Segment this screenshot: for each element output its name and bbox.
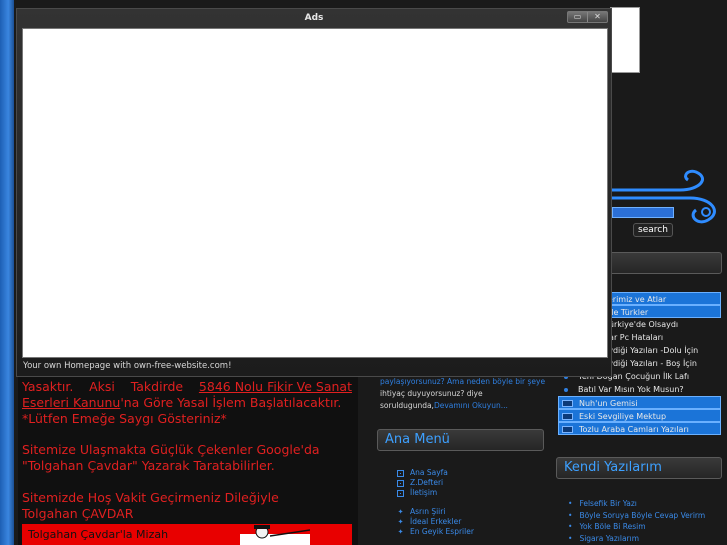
excerpt-line1: paylaşıyorsunuz? Ama neden böyle bir şey… bbox=[380, 377, 546, 386]
notice-word: Takdirde bbox=[130, 379, 184, 394]
kendi-yazilarim-list: Felsefik Bir YazıBöyle Soruya Böyle Ceva… bbox=[568, 498, 723, 544]
menu-item-z-defteri[interactable]: Z.Defteri bbox=[397, 478, 547, 488]
law-link-cont[interactable]: Eserleri Kanunu bbox=[22, 395, 120, 410]
greeting: Sitemizde Hoş Vakit Geçirmeniz Dileğiyle… bbox=[22, 490, 352, 522]
mizah-banner[interactable]: Tolgahan Çavdar'la Mizah bbox=[22, 524, 352, 545]
yazilar-item[interactable]: Tozlu Araba Camları Yazıları bbox=[558, 422, 721, 435]
page: search Yasaktır. Aksi Takdirde 5846 Nolu… bbox=[0, 0, 727, 545]
notice-word: Aksi bbox=[89, 379, 115, 394]
star-bullet-icon: ✦ bbox=[397, 518, 404, 526]
notice-text: 'na Göre Yasal İşlem Başlatılacaktır. bbox=[120, 395, 342, 410]
yazilar-item-label: Nuh'un Gemisi bbox=[579, 399, 638, 408]
minimize-icon[interactable]: ▭ bbox=[568, 12, 587, 22]
yazilar-item-label: Batıl Var Mısın Yok Musun? bbox=[578, 385, 684, 394]
google-notice: Sitemize Ulaşmakta Güçlük Çekenler Googl… bbox=[22, 442, 352, 474]
excerpt-line2: ihtiyaç duyuyorsunuz? diye bbox=[380, 389, 483, 398]
search-input[interactable] bbox=[612, 207, 674, 218]
menu-item-asrin-siiri[interactable]: ✦ Asrın Şiiri bbox=[397, 507, 547, 517]
yazilar-item-label: Tozlu Araba Camları Yazıları bbox=[579, 425, 689, 434]
greeting-line: Sitemizde Hoş Vakit Geçirmeniz Dileğiyle bbox=[22, 490, 279, 505]
kendi-yazilarim-header: Kendi Yazılarım bbox=[556, 457, 722, 479]
bullet-icon bbox=[564, 388, 568, 392]
kendi-yazilarim-item[interactable]: Böyle Soruya Böyle Cevap Verirm bbox=[568, 510, 723, 522]
folder-icon bbox=[562, 413, 573, 420]
banner-text: Tolgahan Çavdar'la Mizah bbox=[28, 528, 169, 541]
folder-icon bbox=[562, 400, 573, 407]
menu-item-ana-sayfa[interactable]: Ana Sayfa bbox=[397, 468, 547, 478]
yazilar-item[interactable]: Batıl Var Mısın Yok Musun? bbox=[558, 383, 721, 396]
excerpt-line3: soruldugunda, bbox=[380, 401, 434, 410]
window-left-edge bbox=[0, 0, 14, 545]
folder-icon bbox=[562, 426, 573, 433]
notice-word: Yasaktır. bbox=[22, 379, 74, 394]
ads-dialog: Ads ▭ ✕ Your own Homepage with own-free-… bbox=[16, 8, 612, 377]
kendi-yazilarim-item[interactable]: Sigara Yazılarım bbox=[568, 533, 723, 545]
dialog-title: Ads bbox=[304, 13, 324, 23]
ad-content-area[interactable] bbox=[22, 28, 608, 358]
close-icon[interactable]: ✕ bbox=[588, 12, 607, 22]
copyright-notice: Yasaktır. Aksi Takdirde 5846 Nolu Fikir … bbox=[22, 379, 352, 427]
read-more-link[interactable]: Devamını Okuyun... bbox=[434, 401, 508, 410]
main-menu: Ana Sayfa Z.Defteri İletişim ✦ Asrın Şiir… bbox=[397, 468, 547, 537]
google-notice-line2: "Tolgahan Çavdar" Yazarak Taratabilirler… bbox=[22, 458, 275, 473]
article-excerpt: paylaşıyorsunuz? Ama neden böyle bir şey… bbox=[380, 376, 548, 412]
cartoon-figure-icon bbox=[240, 525, 310, 545]
square-bullet-icon bbox=[397, 469, 404, 477]
square-bullet-icon bbox=[397, 479, 404, 487]
dialog-window-controls: ▭ ✕ bbox=[567, 11, 608, 23]
star-bullet-icon: ✦ bbox=[397, 508, 404, 516]
star-bullet-icon: ✦ bbox=[397, 528, 404, 536]
law-link[interactable]: 5846 Nolu Fikir Ve Sanat bbox=[199, 379, 352, 395]
kendi-yazilarim-item[interactable]: Felsefik Bir Yazı bbox=[568, 498, 723, 510]
menu-item-en-geyik-espriler[interactable]: ✦ En Geyik Espriler bbox=[397, 527, 547, 537]
signature: Tolgahan ÇAVDAR bbox=[22, 506, 134, 521]
google-notice-line1: Sitemize Ulaşmakta Güçlük Çekenler Googl… bbox=[22, 442, 320, 457]
yazilar-item-label: Eski Sevgiliye Mektup bbox=[579, 412, 667, 421]
square-bullet-icon bbox=[397, 489, 404, 497]
respect-text: *Lütfen Emeğe Saygı Gösteriniz* bbox=[22, 411, 227, 426]
menu-item-iletisim[interactable]: İletişim bbox=[397, 488, 547, 498]
menu-item-ideal-erkekler[interactable]: ✦ İdeal Erkekler bbox=[397, 517, 547, 527]
yazilar-item[interactable]: Nuh'un Gemisi bbox=[558, 396, 721, 409]
ana-menu-header: Ana Menü bbox=[377, 429, 544, 451]
top-ad-placeholder bbox=[610, 7, 640, 73]
dialog-footer-text[interactable]: Your own Homepage with own-free-website.… bbox=[23, 361, 231, 371]
yazilar-item[interactable]: Eski Sevgiliye Mektup bbox=[558, 409, 721, 422]
search-button[interactable]: search bbox=[633, 223, 673, 237]
kendi-yazilarim-item[interactable]: Yok Böle Bi Resim bbox=[568, 521, 723, 533]
